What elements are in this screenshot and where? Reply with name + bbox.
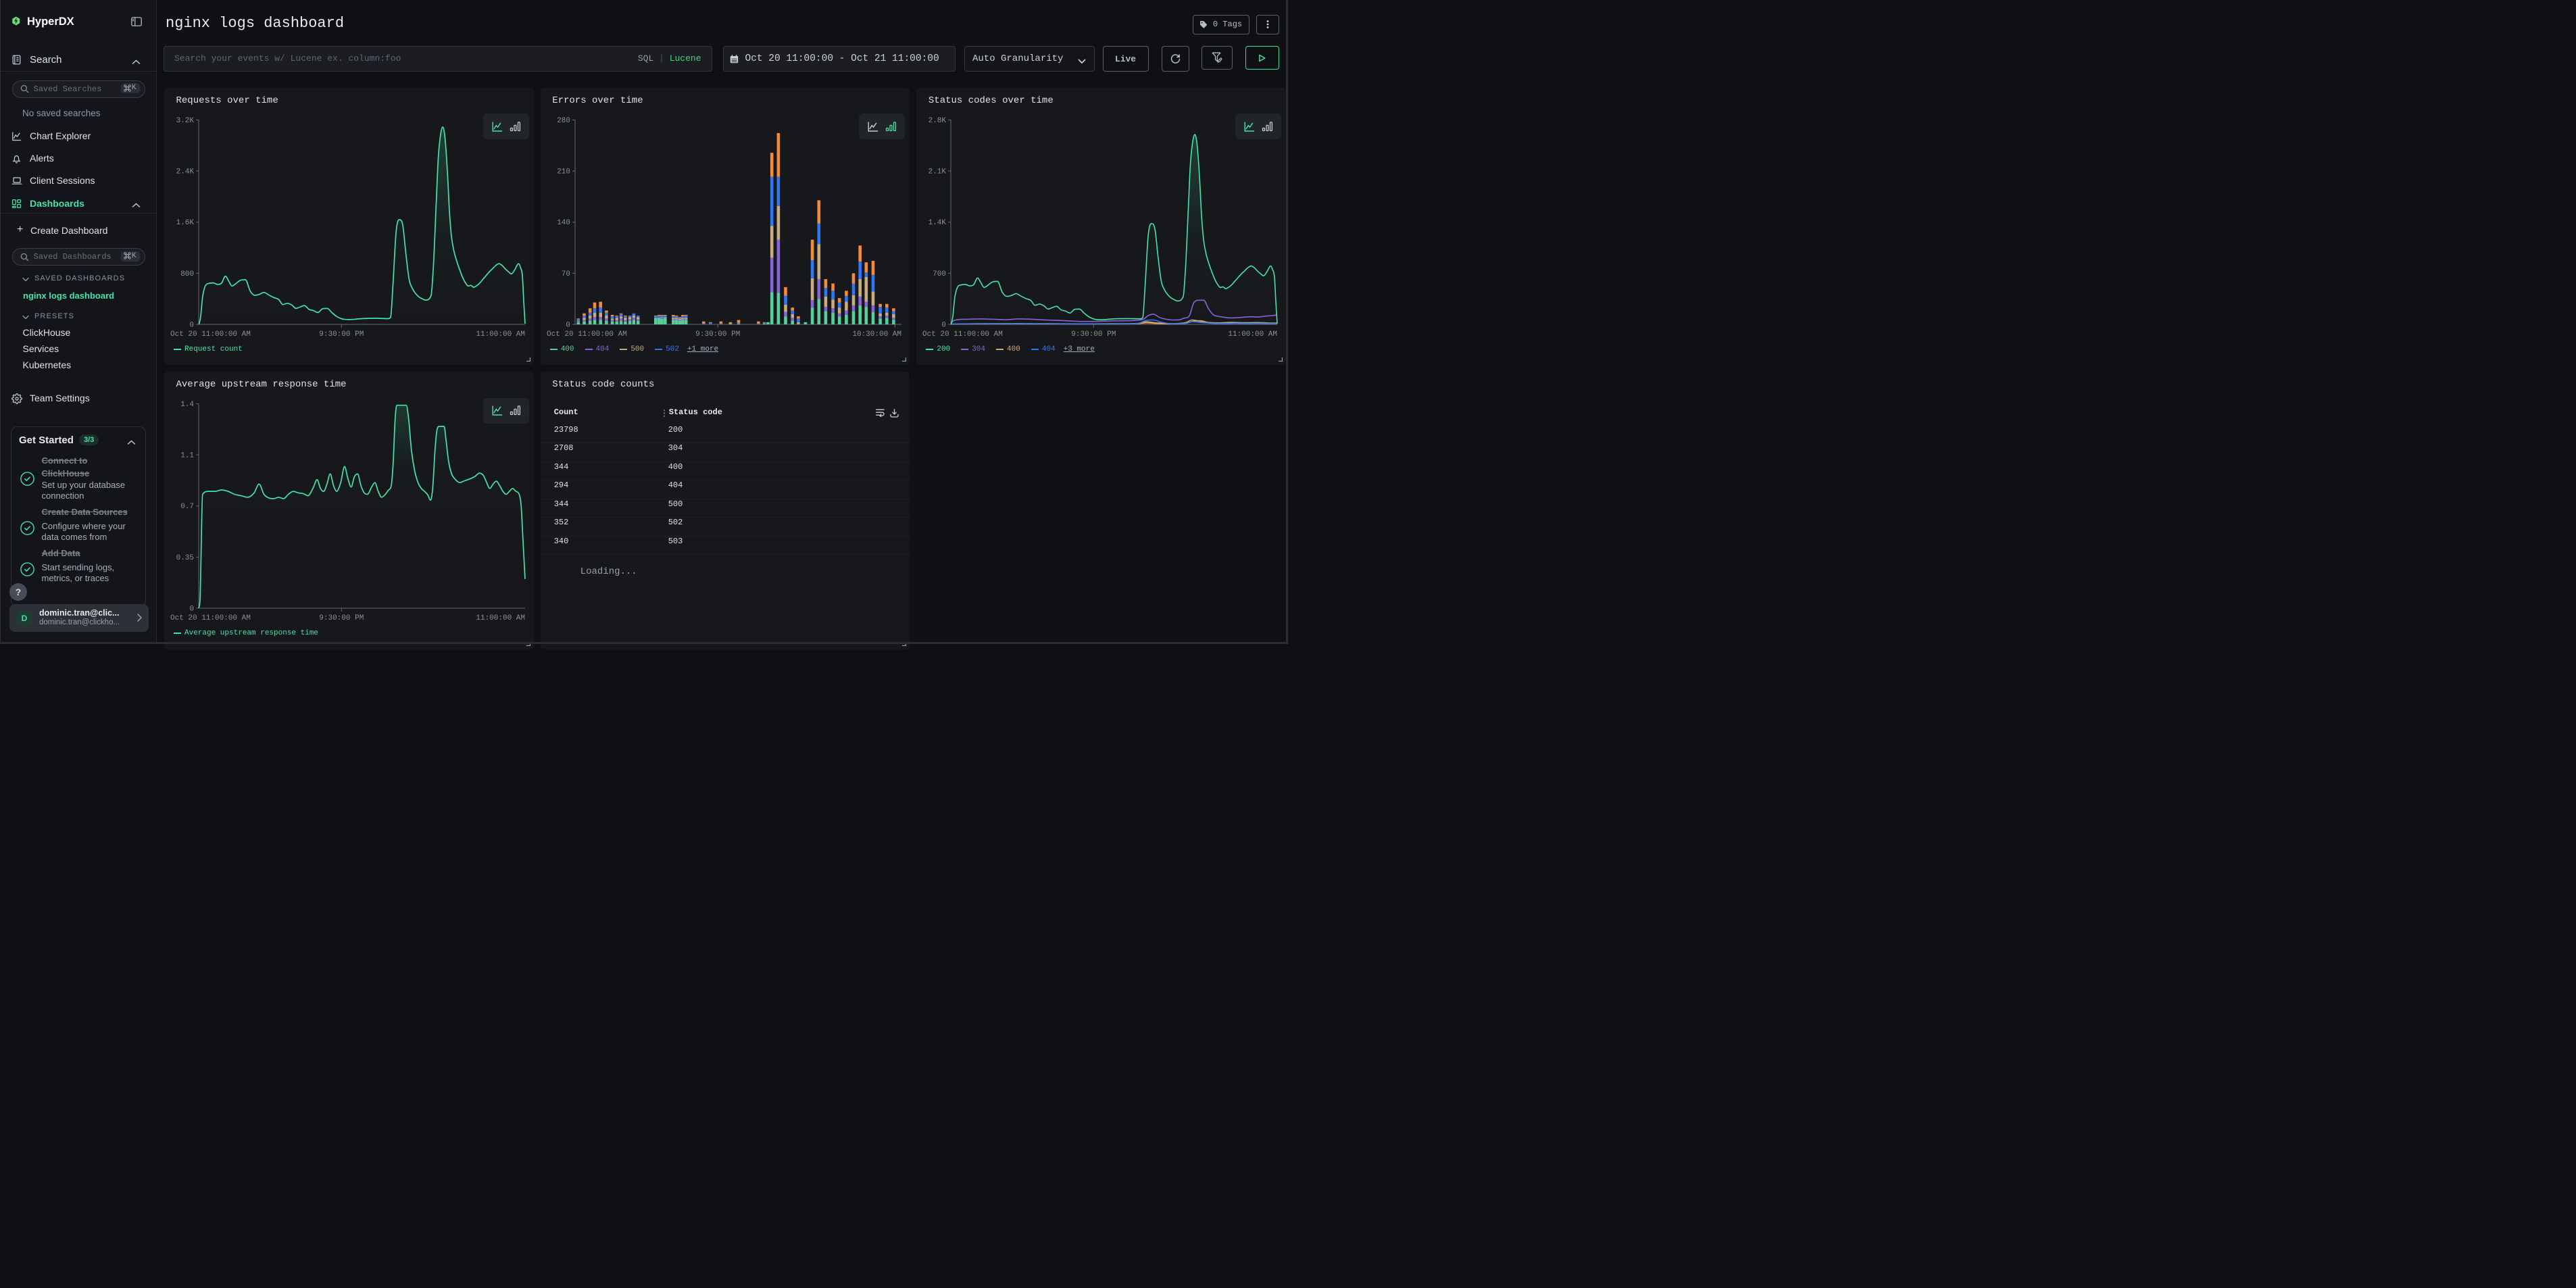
svg-text:2.8K: 2.8K	[928, 117, 947, 125]
svg-text:Oct 20 11:00:00 AM: Oct 20 11:00:00 AM	[922, 330, 1003, 339]
svg-text:70: 70	[561, 270, 570, 278]
svg-text:700: 700	[933, 270, 947, 278]
svg-text:Oct 20 11:00:00 AM: Oct 20 11:00:00 AM	[547, 330, 627, 339]
svg-text:11:00:00 AM: 11:00:00 AM	[1229, 330, 1278, 339]
svg-text:0: 0	[566, 321, 570, 329]
svg-text:11:00:00 AM: 11:00:00 AM	[476, 614, 525, 622]
svg-text:0: 0	[189, 605, 194, 614]
svg-text:3.2K: 3.2K	[176, 117, 195, 125]
svg-text:800: 800	[180, 270, 194, 278]
svg-text:1.4: 1.4	[180, 401, 194, 409]
svg-text:9:30:00 PM: 9:30:00 PM	[1072, 330, 1116, 339]
svg-text:Oct 20 11:00:00 AM: Oct 20 11:00:00 AM	[170, 330, 251, 339]
svg-text:11:00:00 AM: 11:00:00 AM	[476, 330, 525, 339]
svg-text:0: 0	[942, 321, 947, 329]
svg-text:9:30:00 PM: 9:30:00 PM	[319, 614, 364, 622]
svg-text:Oct 20 11:00:00 AM: Oct 20 11:00:00 AM	[170, 614, 251, 622]
svg-text:0.35: 0.35	[176, 554, 194, 562]
svg-text:140: 140	[557, 219, 570, 227]
svg-text:2.4K: 2.4K	[176, 168, 195, 176]
svg-text:1.6K: 1.6K	[176, 219, 195, 227]
svg-text:210: 210	[557, 168, 570, 176]
svg-text:0.7: 0.7	[180, 503, 194, 511]
svg-text:9:30:00 PM: 9:30:00 PM	[319, 330, 364, 339]
svg-text:10:30:00 AM: 10:30:00 AM	[852, 330, 901, 339]
svg-text:2.1K: 2.1K	[928, 168, 947, 176]
svg-text:9:30:00 PM: 9:30:00 PM	[695, 330, 740, 339]
svg-text:1.1: 1.1	[180, 452, 194, 460]
svg-text:1.4K: 1.4K	[928, 219, 947, 227]
svg-text:280: 280	[557, 117, 570, 125]
svg-text:0: 0	[189, 321, 194, 329]
